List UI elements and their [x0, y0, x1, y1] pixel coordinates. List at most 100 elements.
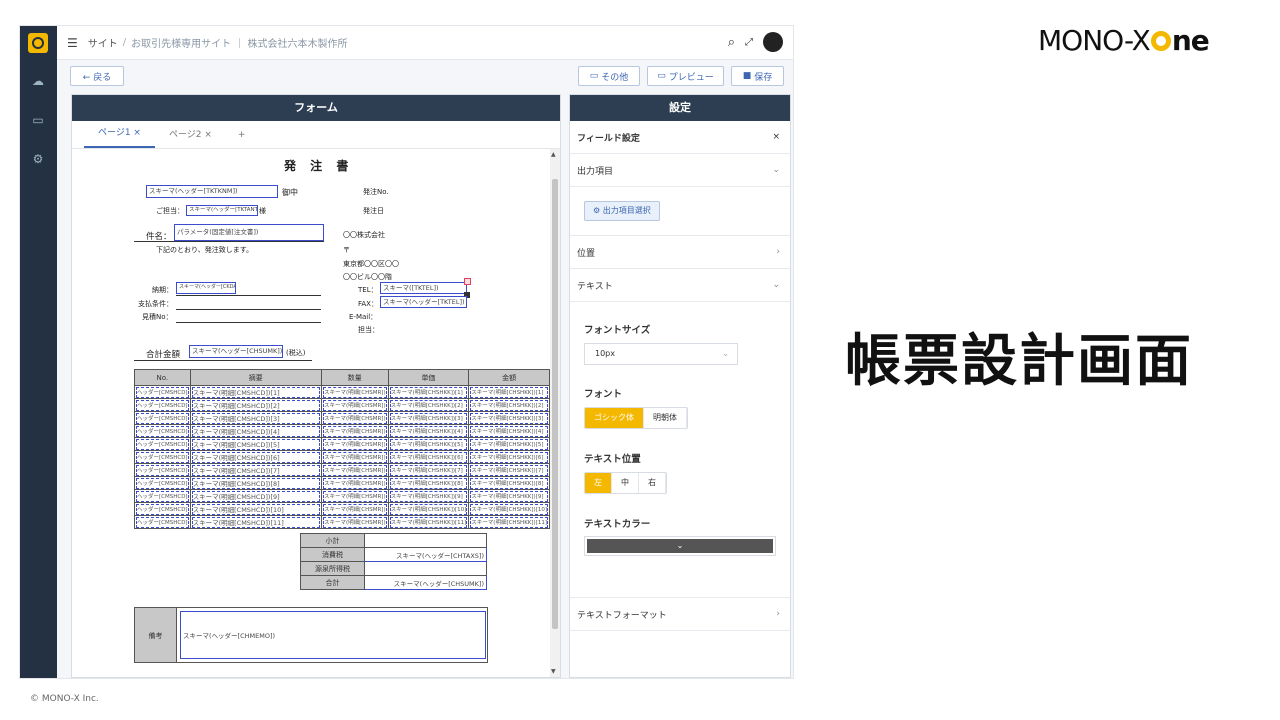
- align-left-option[interactable]: 左: [585, 473, 612, 493]
- field-cell-desc[interactable]: スキーマ(明細[CMSHCD])[11]: [191, 516, 320, 528]
- field-cell-price[interactable]: スキーマ(明細[CHSHKK])[3]: [389, 412, 468, 424]
- field-cell-desc[interactable]: スキーマ(明細[CMSHCD])[1]: [191, 386, 320, 398]
- close-icon[interactable]: ×: [772, 132, 780, 142]
- field-cell-no[interactable]: ヘッダー[CMSHCD]: [136, 386, 189, 398]
- field-cell-no[interactable]: ヘッダー[CMSHCD]: [136, 412, 189, 424]
- align-right-option[interactable]: 右: [639, 473, 666, 493]
- field-cell-no[interactable]: ヘッダー[CMSHCD]: [136, 438, 189, 450]
- other-button[interactable]: ▭ その他: [578, 66, 640, 86]
- field-cell-amt[interactable]: スキーマ(明細[CHSHKK])[1]: [470, 386, 548, 398]
- menu-icon[interactable]: ☰: [67, 36, 78, 50]
- avatar[interactable]: [763, 32, 783, 52]
- field-cell-qty[interactable]: スキーマ(明細[CHSMR]): [322, 490, 387, 502]
- output-item-row[interactable]: 出力項目 ⌄: [570, 154, 790, 187]
- field-cell-desc[interactable]: スキーマ(明細[CMSHCD])[9]: [191, 490, 320, 502]
- field-cell-amt[interactable]: スキーマ(明細[CHSHKK])[5]: [470, 438, 548, 450]
- form-canvas[interactable]: 発 注 書 スキーマ(ヘッダー[TKTKNM]) 御中 発注No. ご担当： ス…: [72, 149, 550, 677]
- field-cell-desc[interactable]: スキーマ(明細[CMSHCD])[6]: [191, 451, 320, 463]
- field-cell-amt[interactable]: スキーマ(明細[CHSHKK])[10]: [470, 503, 548, 515]
- field-cell-qty[interactable]: スキーマ(明細[CHSMR]): [322, 386, 387, 398]
- scroll-thumb[interactable]: [552, 179, 558, 629]
- field-cell-desc[interactable]: スキーマ(明細[CMSHCD])[7]: [191, 464, 320, 476]
- field-cell-no[interactable]: ヘッダー[CMSHCD]: [136, 490, 189, 502]
- field-remarks[interactable]: スキーマ(ヘッダー[CHMEMO]): [180, 611, 486, 659]
- tab-page1[interactable]: ページ1 ×: [84, 125, 155, 148]
- field-cell-qty[interactable]: スキーマ(明細[CHSMR]): [322, 516, 387, 528]
- field-cell-no[interactable]: ヘッダー[CMSHCD]: [136, 516, 189, 528]
- app-logo-icon[interactable]: [28, 33, 48, 53]
- field-cell-qty[interactable]: スキーマ(明細[CHSMR]): [322, 425, 387, 437]
- align-center-option[interactable]: 中: [612, 473, 639, 493]
- field-cell-desc[interactable]: スキーマ(明細[CMSHCD])[8]: [191, 477, 320, 489]
- add-page-button[interactable]: +: [226, 130, 258, 148]
- field-cell-qty[interactable]: スキーマ(明細[CHSMR]): [322, 464, 387, 476]
- field-cell-price[interactable]: スキーマ(明細[CHSHKK])[9]: [389, 490, 468, 502]
- field-cell-qty[interactable]: スキーマ(明細[CHSMR]): [322, 451, 387, 463]
- field-cell-price[interactable]: スキーマ(明細[CHSHKK])[11]: [389, 516, 468, 528]
- field-cell-no[interactable]: ヘッダー[CMSHCD]: [136, 425, 189, 437]
- form-scrollbar[interactable]: ▲ ▼: [550, 149, 560, 677]
- totals-value[interactable]: [364, 561, 487, 576]
- field-cell-amt[interactable]: スキーマ(明細[CHSHKK])[4]: [470, 425, 548, 437]
- field-tktant[interactable]: スキーマ(ヘッダー[TKTANT]): [186, 205, 258, 216]
- field-cell-price[interactable]: スキーマ(明細[CHSHKK])[6]: [389, 451, 468, 463]
- field-cell-qty[interactable]: スキーマ(明細[CHSMR]): [322, 477, 387, 489]
- field-cell-desc[interactable]: スキーマ(明細[CMSHCD])[2]: [191, 399, 320, 411]
- search-icon[interactable]: ⌕: [728, 35, 735, 50]
- field-cell-amt[interactable]: スキーマ(明細[CHSHKK])[6]: [470, 451, 548, 463]
- field-cell-amt[interactable]: スキーマ(明細[CHSHKK])[9]: [470, 490, 548, 502]
- field-cell-desc[interactable]: スキーマ(明細[CMSHCD])[10]: [191, 503, 320, 515]
- text-format-row[interactable]: テキストフォーマット ›: [570, 598, 790, 631]
- field-cell-desc[interactable]: スキーマ(明細[CMSHCD])[3]: [191, 412, 320, 424]
- field-cell-desc[interactable]: スキーマ(明細[CMSHCD])[5]: [191, 438, 320, 450]
- field-cell-no[interactable]: ヘッダー[CMSHCD]: [136, 503, 189, 515]
- text-row[interactable]: テキスト ⌄: [570, 269, 790, 302]
- field-cell-qty[interactable]: スキーマ(明細[CHSMR]): [322, 412, 387, 424]
- field-cell-price[interactable]: スキーマ(明細[CHSHKK])[4]: [389, 425, 468, 437]
- breadcrumb-site[interactable]: サイト: [88, 35, 118, 50]
- field-cell-amt[interactable]: スキーマ(明細[CHSHKK])[2]: [470, 399, 548, 411]
- field-cell-price[interactable]: スキーマ(明細[CHSHKK])[10]: [389, 503, 468, 515]
- field-cell-price[interactable]: スキーマ(明細[CHSHKK])[8]: [389, 477, 468, 489]
- folder-icon[interactable]: ▭: [30, 112, 46, 128]
- field-cell-qty[interactable]: スキーマ(明細[CHSMR]): [322, 399, 387, 411]
- breadcrumb-page[interactable]: お取引先様専用サイト ｜ 株式会社六本木製作所: [131, 35, 347, 50]
- scroll-down-icon[interactable]: ▼: [551, 668, 556, 675]
- totals-value[interactable]: スキーマ(ヘッダー[CHSUMK]): [364, 575, 487, 590]
- field-cell-no[interactable]: ヘッダー[CMSHCD]: [136, 451, 189, 463]
- field-tel[interactable]: スキーマ([TKTEL]): [380, 282, 467, 294]
- field-kenmei[interactable]: パラメータ(固定値[注文書]): [174, 224, 324, 241]
- gear-icon[interactable]: ⚙: [30, 151, 46, 167]
- save-button[interactable]: ■ 保存: [731, 66, 784, 86]
- field-cell-desc[interactable]: スキーマ(明細[CMSHCD])[4]: [191, 425, 320, 437]
- field-cell-price[interactable]: スキーマ(明細[CHSHKK])[1]: [389, 386, 468, 398]
- fullscreen-icon[interactable]: ⤢: [745, 37, 753, 48]
- back-button[interactable]: ← 戻る: [70, 66, 124, 86]
- font-size-select[interactable]: 10px ⌄: [584, 343, 738, 365]
- totals-value[interactable]: [364, 533, 487, 548]
- tab-page2[interactable]: ページ2 ×: [155, 127, 226, 148]
- totals-value[interactable]: スキーマ(ヘッダー[CHTAXS]): [364, 547, 487, 562]
- font-mincho-option[interactable]: 明朝体: [644, 408, 687, 428]
- field-cell-price[interactable]: スキーマ(明細[CHSHKK])[5]: [389, 438, 468, 450]
- preview-button[interactable]: ▭ プレビュー: [647, 66, 724, 86]
- field-fax[interactable]: スキーマ(ヘッダー[TKTEL]): [380, 296, 467, 308]
- field-cell-price[interactable]: スキーマ(明細[CHSHKK])[7]: [389, 464, 468, 476]
- field-total[interactable]: スキーマ(ヘッダー[CHSUMK]): [189, 345, 283, 358]
- field-cell-qty[interactable]: スキーマ(明細[CHSMR]): [322, 438, 387, 450]
- field-cell-qty[interactable]: スキーマ(明細[CHSMR]): [322, 503, 387, 515]
- position-row[interactable]: 位置 ›: [570, 236, 790, 269]
- field-cell-no[interactable]: ヘッダー[CMSHCD]: [136, 399, 189, 411]
- field-cell-amt[interactable]: スキーマ(明細[CHSHKK])[8]: [470, 477, 548, 489]
- field-cell-amt[interactable]: スキーマ(明細[CHSHKK])[11]: [470, 516, 548, 528]
- output-select-button[interactable]: ⚙ 出力項目選択: [584, 201, 660, 221]
- field-cell-no[interactable]: ヘッダー[CMSHCD]: [136, 477, 189, 489]
- field-tktknm[interactable]: スキーマ(ヘッダー[TKTKNM]): [146, 185, 278, 198]
- text-color-picker[interactable]: ⌄: [584, 536, 776, 556]
- scroll-up-icon[interactable]: ▲: [551, 151, 556, 158]
- field-cell-amt[interactable]: スキーマ(明細[CHSHKK])[7]: [470, 464, 548, 476]
- cloud-icon[interactable]: ☁: [30, 73, 46, 89]
- font-gothic-option[interactable]: ゴシック体: [585, 408, 644, 428]
- field-noki[interactable]: スキーマ(ヘッダー[CKDATE]): [176, 282, 236, 294]
- field-cell-amt[interactable]: スキーマ(明細[CHSHKK])[3]: [470, 412, 548, 424]
